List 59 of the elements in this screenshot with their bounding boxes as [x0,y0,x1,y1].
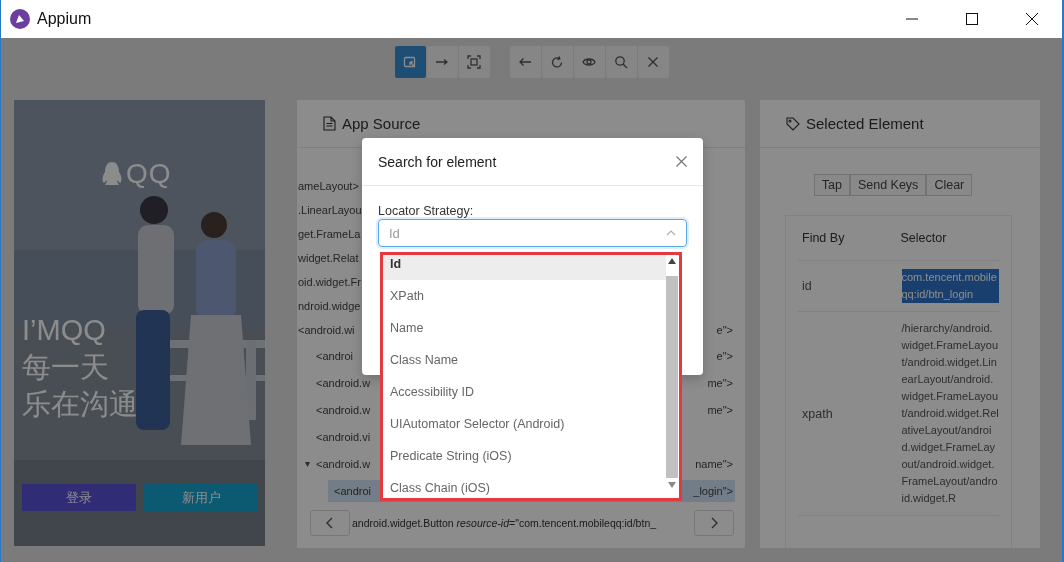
dropdown-option[interactable]: Name [383,312,666,344]
dialog-title: Search for element [378,153,497,170]
slogan-text: 乐在沟通 [22,387,138,422]
toolbar-button[interactable] [394,46,426,78]
table-cell-text: id [801,278,813,295]
document-icon [323,116,336,131]
action-button[interactable]: Tap [813,174,850,196]
panel-title: Selected Element [806,115,924,132]
panel-title: App Source [342,115,421,132]
toolbar-button[interactable] [605,46,637,78]
dropdown-option[interactable]: Accessibility ID [383,376,666,408]
eye-icon [582,55,596,69]
table-cell-text: xpath [801,405,834,423]
refresh-icon [550,55,564,69]
chevron-right-icon [709,517,719,529]
register-button[interactable]: 新用户 [144,484,258,511]
selector-value: /hierarchy/android.widget.FrameLayout/android.widget.LinearLayout/android.widget.FrameLayout/android.widget.RelativeLayout/android.widget.FrameLayout/android.widget.FrameLayout/android.widget.R [901,321,999,506]
locator-strategy-select[interactable]: Id [378,219,687,247]
element-path: android.widget.Button resource-id="com.tencent.mobileqq:id/btn_ [351,517,658,529]
toolbar-button[interactable] [541,46,573,78]
app-logo-text: QQ [126,158,172,190]
chevron-left-icon [325,517,335,529]
column-header: Selector [900,231,948,245]
selector-value: com.tencent.mobileqq:id/btn_login [901,269,999,303]
close-icon [646,55,660,69]
dropdown-option[interactable]: UIAutomator Selector (Android) [383,408,666,440]
action-button[interactable]: Send Keys [849,174,927,196]
toolbar-button[interactable] [509,46,541,78]
toolbar-button[interactable] [573,46,605,78]
scroll-down-icon[interactable] [668,482,676,488]
toolbar-button[interactable] [637,46,669,78]
select-icon [403,55,417,69]
close-button[interactable] [676,156,687,167]
dropdown-option[interactable]: XPath [383,280,666,312]
toolbar-button[interactable] [426,46,458,78]
penguin-icon [102,161,122,187]
caret-icon [666,230,676,236]
tag-icon [786,116,800,131]
toolbar-button[interactable] [458,46,490,78]
field-label: Locator Strategy: [378,204,475,218]
dropdown-option[interactable]: Predicate String (iOS) [383,440,666,472]
action-button[interactable]: Clear [926,174,973,196]
search-icon [614,55,628,69]
column-header: Find By [801,231,846,245]
maximize-icon [966,13,978,25]
window-title: Appium [37,10,92,28]
login-button[interactable]: 登录 [22,484,136,511]
dropdown-option[interactable]: Class Chain (iOS) [383,472,666,498]
dropdown-option[interactable]: Class Name [383,344,666,376]
slogan-text: I’MQQ [22,313,107,348]
app-logo-icon [9,8,31,30]
frame-icon [467,55,481,69]
expand-toggle[interactable]: ▾ [298,458,316,469]
slogan-text: 每一天 [22,350,110,385]
dropdown-option[interactable]: Id [383,255,666,280]
scroll-up-icon[interactable] [668,258,676,264]
next-button[interactable] [694,510,734,536]
previous-button[interactable] [310,510,350,536]
close-icon [1026,13,1038,25]
